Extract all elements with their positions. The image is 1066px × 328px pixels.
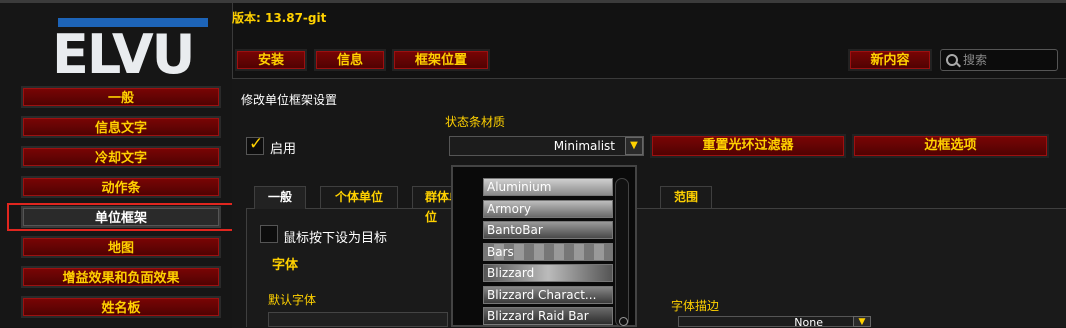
list-item[interactable]: Aluminium xyxy=(483,178,613,196)
font-outline-label: 字体描边 xyxy=(671,299,720,313)
install-button[interactable]: 安装 xyxy=(235,49,307,71)
sidebar-item-cooldown-text[interactable]: 冷却文字 xyxy=(21,146,221,168)
default-font-dropdown[interactable] xyxy=(268,312,448,327)
default-font-label: 默认字体 xyxy=(268,293,317,307)
panel-title: 修改单位框架设置 xyxy=(241,93,338,107)
reset-aura-filter-button[interactable]: 重置光环过滤器 xyxy=(650,134,846,158)
sidebar-item-nameplates[interactable]: 姓名板 xyxy=(21,296,221,318)
checkmark-icon: ✓ xyxy=(249,134,264,154)
top-border xyxy=(0,0,1066,3)
version-label: 版本: 13.87-git xyxy=(232,11,327,25)
list-item[interactable]: BantoBar xyxy=(483,221,613,239)
sidebar-item-actionbars[interactable]: 动作条 xyxy=(21,176,221,198)
list-item[interactable]: Blizzard Charact... xyxy=(483,286,613,304)
tab-range[interactable]: 范围 xyxy=(660,186,712,208)
frame-position-button[interactable]: 框架位置 xyxy=(392,49,490,71)
mouse-target-checkbox[interactable] xyxy=(260,225,278,243)
list-item[interactable]: Blizzard xyxy=(483,264,613,282)
sidebar-item-auras[interactable]: 增益效果和负面效果 xyxy=(21,266,221,288)
list-item[interactable]: Blizzard Raid Bar xyxy=(483,307,613,325)
statusbar-texture-label: 状态条材质 xyxy=(445,115,506,129)
enable-checkbox[interactable]: ✓ xyxy=(246,134,264,155)
sidebar-item-datatexts[interactable]: 信息文字 xyxy=(21,116,221,138)
statusbar-texture-list: Aluminium Armory BantoBar Bars Blizzard … xyxy=(451,165,637,327)
info-button[interactable]: 信息 xyxy=(314,49,386,71)
elvui-logo: ELVU xyxy=(52,18,212,86)
search-icon xyxy=(946,54,958,66)
tab-divider xyxy=(246,208,1066,209)
font-section-title: 字体 xyxy=(272,258,299,273)
tab-individual-units[interactable]: 个体单位 xyxy=(320,186,398,208)
logo-text: ELVU xyxy=(52,23,196,86)
sidebar-item-maps[interactable]: 地图 xyxy=(21,236,221,258)
mouse-target-label: 鼠标按下设为目标 xyxy=(283,231,388,246)
list-scrollbar[interactable] xyxy=(615,178,629,327)
border-options-button[interactable]: 边框选项 xyxy=(852,134,1049,158)
sidebar-item-general[interactable]: 一般 xyxy=(21,86,221,108)
scrollbar-thumb[interactable] xyxy=(619,317,628,326)
outline-dropdown-arrow-icon[interactable]: ▼ xyxy=(853,316,871,327)
selection-highlight xyxy=(7,203,269,231)
dropdown-arrow-icon[interactable]: ▼ xyxy=(625,137,643,155)
whats-new-button[interactable]: 新内容 xyxy=(848,49,932,71)
tab-general[interactable]: 一般 xyxy=(254,186,306,209)
statusbar-texture-dropdown[interactable]: Minimalist xyxy=(449,136,644,156)
list-item[interactable]: Armory xyxy=(483,200,613,218)
list-item[interactable]: Bars xyxy=(483,243,613,261)
enable-label: 启用 xyxy=(270,142,297,157)
font-outline-dropdown[interactable]: None xyxy=(678,316,854,327)
